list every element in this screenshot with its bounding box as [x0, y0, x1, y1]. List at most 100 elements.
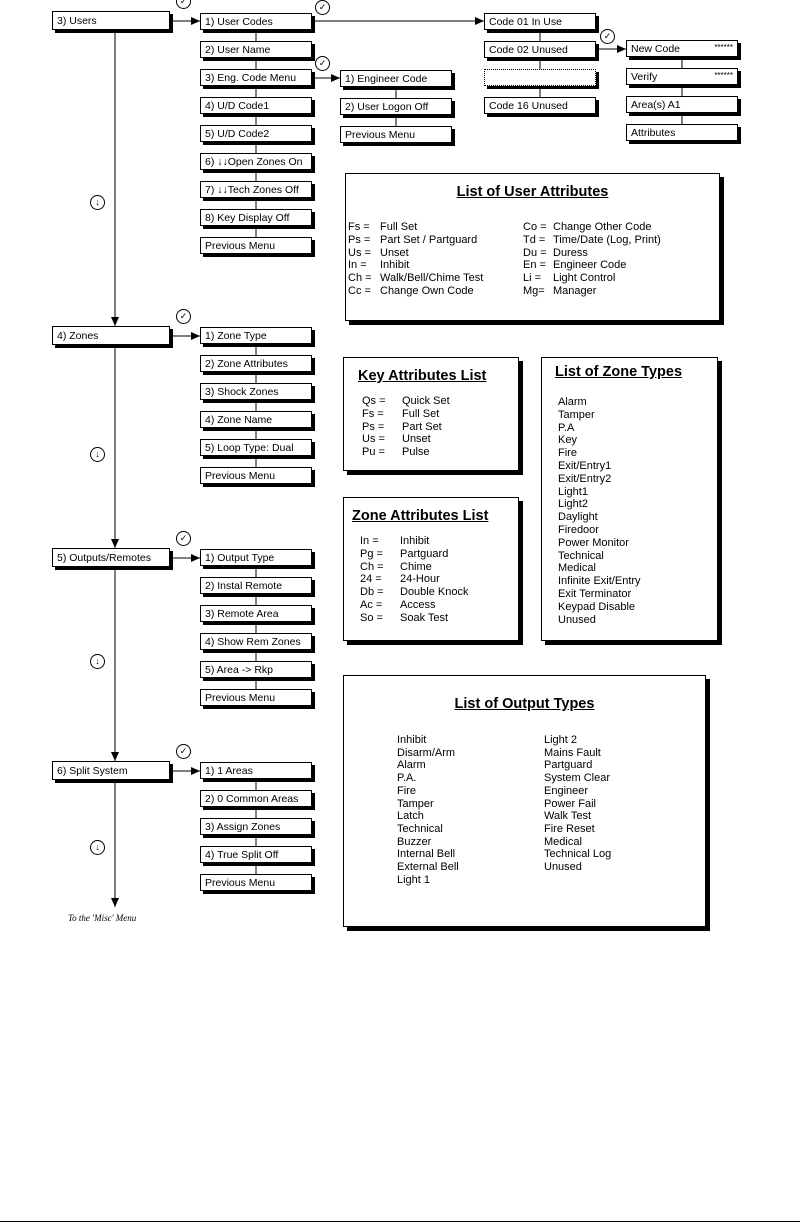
outputs-submenu-item-3[interactable]: 4) Show Rem Zones	[200, 633, 312, 650]
masked-code-value: ******	[714, 43, 733, 52]
output-type-item: System Clear	[544, 772, 611, 785]
code-option-verify[interactable]: Verify ******	[626, 68, 738, 85]
main-menu-5-outputs-remotes[interactable]: 5) Outputs/Remotes	[52, 548, 170, 567]
outputs-submenu-item-0[interactable]: 1) Output Type	[200, 549, 312, 566]
menu-item-label: 5) Area -> Rkp	[205, 664, 273, 676]
zone-type-item: Daylight	[558, 511, 598, 524]
output-type-item: Tamper	[397, 797, 434, 810]
output-type-item: Medical	[544, 835, 582, 848]
main-menu-3-users[interactable]: 3) Users	[52, 11, 170, 30]
outputs-submenu-item-1[interactable]: 2) Instal Remote	[200, 577, 312, 594]
outputs-submenu-item-5[interactable]: Previous Menu	[200, 689, 312, 706]
check-circle-icon: ✓	[176, 531, 191, 546]
users-submenu-item-4[interactable]: 5) U/D Code2	[200, 125, 312, 142]
attribute-code: Ch =	[360, 560, 384, 573]
outputs-submenu-item-4[interactable]: 5) Area -> Rkp	[200, 661, 312, 678]
user-code-item-3[interactable]: Code 16 Unused	[484, 97, 596, 114]
split-submenu-item-2[interactable]: 3) Assign Zones	[200, 818, 312, 835]
main-menu-6-split-system[interactable]: 6) Split System	[52, 761, 170, 780]
main-menu-4-zones[interactable]: 4) Zones	[52, 326, 170, 345]
attribute-meaning: Engineer Code	[553, 259, 627, 272]
eng-submenu-item-2[interactable]: Previous Menu	[340, 126, 452, 143]
menu-item-label: 2) Instal Remote	[205, 580, 283, 592]
zones-submenu-item-3[interactable]: 4) Zone Name	[200, 411, 312, 428]
users-submenu-item-2[interactable]: 3) Eng. Code Menu	[200, 69, 312, 86]
zone-type-item: Firedoor	[558, 524, 599, 536]
zone-type-item: Keypad Disable	[558, 600, 636, 613]
menu-item-label: 5) U/D Code2	[205, 128, 270, 140]
user-code-item-2[interactable]	[484, 69, 596, 86]
zones-submenu-item-2[interactable]: 3) Shock Zones	[200, 383, 312, 400]
output-type-item: Unused	[544, 861, 582, 873]
zone-type-item: Light1	[558, 485, 588, 498]
user-attributes-panel: List of User Attributes Fs = Full Set Ps = P…	[345, 173, 720, 321]
attribute-meaning: Duress	[553, 246, 588, 259]
zones-submenu-item-1[interactable]: 2) Zone Attributes	[200, 355, 312, 372]
zones-submenu-item-4[interactable]: 5) Loop Type: Dual	[200, 439, 312, 456]
menu-item-label: Previous Menu	[345, 129, 416, 141]
users-submenu-item-1[interactable]: 2) User Name	[200, 41, 312, 58]
attribute-code: Us =	[348, 246, 371, 259]
zones-submenu-item-5[interactable]: Previous Menu	[200, 467, 312, 484]
split-submenu-item-0[interactable]: 1) 1 Areas	[200, 762, 312, 779]
output-types-panel: List of Output Types Inhibit Disarm/Arm Ala…	[343, 675, 706, 927]
user-code-item-0[interactable]: Code 01 In Use	[484, 13, 596, 30]
attribute-code: Ac =	[360, 599, 383, 611]
users-submenu-item-3[interactable]: 4) U/D Code1	[200, 97, 312, 114]
zone-type-item: Alarm	[558, 396, 587, 408]
attribute-code: Li =	[523, 272, 542, 285]
split-submenu-item-1[interactable]: 2) 0 Common Areas	[200, 790, 312, 807]
users-submenu-item-8[interactable]: Previous Menu	[200, 237, 312, 254]
menu-item-label: 6) Split System	[57, 765, 128, 777]
menu-item-label: 3) Users	[57, 15, 97, 27]
menu-item-label: Code 01 In Use	[489, 16, 562, 28]
menu-item-label: Previous Menu	[205, 240, 276, 252]
attribute-code: Cc =	[348, 285, 371, 297]
output-type-item: Partguard	[544, 759, 593, 772]
users-submenu-item-7[interactable]: 8) Key Display Off	[200, 209, 312, 226]
users-submenu-item-0[interactable]: 1) User Codes	[200, 13, 312, 30]
attribute-code: Us =	[362, 433, 385, 446]
output-type-item: Fire Reset	[544, 822, 595, 835]
menu-item-label: 3) Remote Area	[205, 608, 279, 620]
user-code-item-1[interactable]: Code 02 Unused	[484, 41, 596, 58]
attribute-meaning: Pulse	[402, 446, 430, 459]
arrowhead	[475, 17, 484, 25]
output-type-item: Disarm/Arm	[397, 746, 456, 759]
users-submenu-item-6[interactable]: 7) ↓↓Tech Zones Off	[200, 181, 312, 198]
menu-item-label: Previous Menu	[205, 692, 276, 704]
attribute-meaning: Part Set / Partguard	[380, 233, 478, 246]
code-option-area-s-a1[interactable]: Area(s) A1	[626, 96, 738, 113]
footer-note: To the 'Misc' Menu	[68, 913, 137, 923]
zone-types-panel: List of Zone Types Alarm Tamper P.A Key Fire E…	[541, 357, 718, 641]
menu-item-label: 2) User Name	[205, 44, 271, 56]
attribute-meaning: Manager	[553, 285, 597, 297]
check-circle-icon: ✓	[600, 29, 615, 44]
code-option-attributes[interactable]: Attributes	[626, 124, 738, 141]
attribute-meaning: Full Set	[380, 221, 418, 233]
split-submenu-item-4[interactable]: Previous Menu	[200, 874, 312, 891]
users-submenu-item-5[interactable]: 6) ↓↓Open Zones On	[200, 153, 312, 170]
zones-submenu-item-0[interactable]: 1) Zone Type	[200, 327, 312, 344]
output-type-item: Internal Bell	[397, 848, 456, 861]
attribute-meaning: 24-Hour	[400, 573, 440, 586]
attribute-code: In =	[360, 535, 379, 547]
arrowhead	[111, 898, 119, 907]
code-option-new-code[interactable]: New Code ******	[626, 40, 738, 57]
menu-item-label: 5) Outputs/Remotes	[57, 552, 151, 564]
outputs-submenu-item-2[interactable]: 3) Remote Area	[200, 605, 312, 622]
eng-submenu-item-0[interactable]: 1) Engineer Code	[340, 70, 452, 87]
split-submenu-item-3[interactable]: 4) True Split Off	[200, 846, 312, 863]
attribute-code: Td =	[523, 233, 546, 246]
attribute-meaning: Change Other Code	[553, 221, 652, 233]
attribute-meaning: Inhibit	[380, 259, 410, 272]
eng-submenu-item-1[interactable]: 2) User Logon Off	[340, 98, 452, 115]
arrowhead	[191, 554, 200, 562]
arrowhead	[111, 752, 119, 761]
attribute-code: Pg =	[360, 547, 383, 560]
key-attributes-panel: Key Attributes List Qs = Quick Set Fs = Full…	[343, 357, 519, 471]
attribute-code: En =	[523, 259, 546, 272]
output-type-item: P.A.	[397, 772, 417, 785]
panel-title: Key Attributes List	[358, 368, 487, 384]
attribute-meaning: Partguard	[400, 547, 449, 560]
